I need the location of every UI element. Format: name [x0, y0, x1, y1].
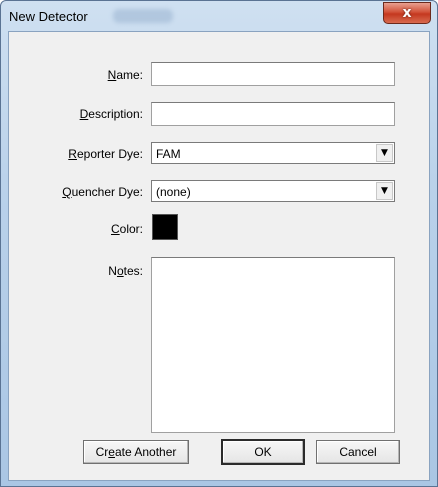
ok-label: OK	[254, 445, 272, 459]
chevron-down-icon[interactable]: ▼	[376, 144, 393, 162]
reporter-dye-select[interactable]: FAM ▼	[151, 142, 395, 164]
reporter-dye-label: Reporter Dye:	[68, 147, 143, 161]
dialog-window: New Detector x Name: Description: Report…	[0, 0, 438, 487]
title-shadow	[113, 9, 173, 23]
notes-label: Notes:	[108, 264, 143, 278]
reporter-dye-value: FAM	[156, 147, 181, 161]
description-label: Description:	[79, 107, 143, 121]
create-another-button[interactable]: Create Another	[83, 440, 189, 464]
window-title: New Detector	[9, 9, 88, 24]
name-label: Name:	[107, 68, 143, 82]
quencher-dye-label: Quencher Dye:	[62, 185, 143, 199]
cancel-button[interactable]: Cancel	[316, 440, 400, 464]
quencher-dye-select[interactable]: (none) ▼	[151, 180, 395, 202]
close-button[interactable]: x	[383, 2, 431, 24]
title-bar[interactable]: New Detector x	[1, 1, 437, 31]
name-field[interactable]	[151, 62, 395, 86]
chevron-down-icon[interactable]: ▼	[376, 182, 393, 200]
description-field[interactable]	[151, 102, 395, 126]
close-icon: x	[402, 5, 412, 21]
dialog-body: Name: Description: Reporter Dye: FAM ▼ Q…	[8, 31, 430, 481]
color-label: Color:	[110, 222, 143, 236]
color-swatch[interactable]	[152, 214, 178, 240]
create-another-label: Create Another	[95, 445, 177, 459]
quencher-dye-value: (none)	[156, 185, 191, 199]
notes-textarea[interactable]	[151, 257, 395, 433]
ok-button[interactable]: OK	[221, 439, 305, 465]
cancel-label: Cancel	[339, 445, 377, 459]
